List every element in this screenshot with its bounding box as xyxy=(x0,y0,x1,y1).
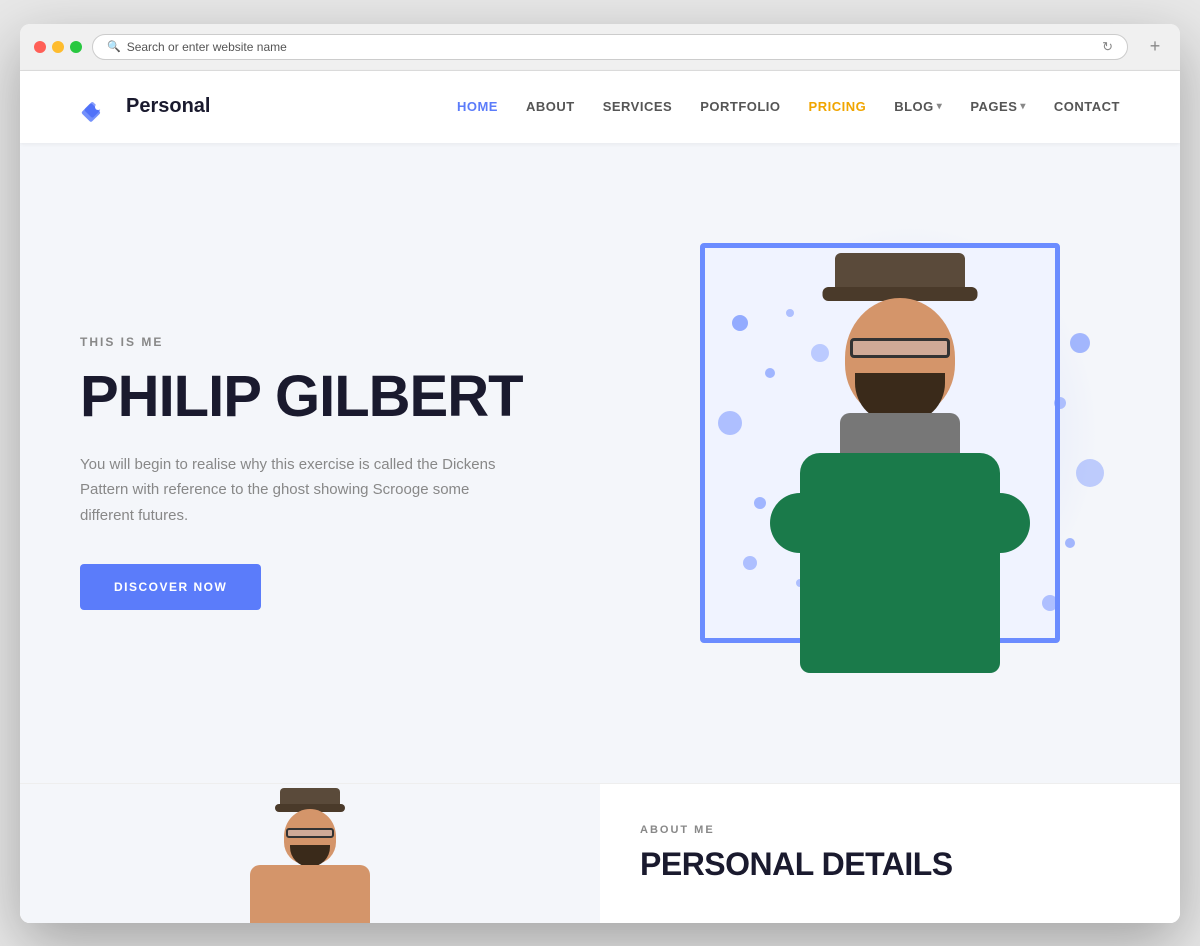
new-tab-button[interactable]: + xyxy=(1144,36,1166,58)
person-illustration xyxy=(740,243,1060,723)
browser-chrome: 🔍 Search or enter website name ↻ + xyxy=(20,24,1180,71)
nav-blog[interactable]: BLOG ▾ xyxy=(894,99,942,114)
nav-pricing[interactable]: PRICING xyxy=(809,99,867,114)
navbar: Personal HOME ABOUT SERVICES PORTFOLIO P… xyxy=(20,71,1180,143)
logo-icon xyxy=(80,89,116,125)
hero-subtitle: THIS IS ME xyxy=(80,335,523,349)
person-arms xyxy=(770,493,1030,553)
pages-dropdown-arrow: ▾ xyxy=(1020,101,1026,112)
website-content: Personal HOME ABOUT SERVICES PORTFOLIO P… xyxy=(20,71,1180,923)
nav-home[interactable]: HOME xyxy=(457,99,498,114)
maximize-button[interactable] xyxy=(70,41,82,53)
minimize-button[interactable] xyxy=(52,41,64,53)
person-glasses xyxy=(850,338,950,358)
thumb-glasses xyxy=(286,828,334,838)
thumb-beard xyxy=(290,845,330,867)
bottom-teaser: ABOUT ME PERSONAL DETAILS xyxy=(20,783,1180,923)
about-teaser-text: ABOUT ME PERSONAL DETAILS xyxy=(600,784,1180,923)
refresh-button[interactable]: ↻ xyxy=(1102,39,1113,55)
nav-contact[interactable]: CONTACT xyxy=(1054,99,1120,114)
logo[interactable]: Personal xyxy=(80,89,210,125)
hero-title: PHILIP GILBERT xyxy=(80,367,523,428)
browser-dots xyxy=(34,41,82,53)
nav-services[interactable]: SERVICES xyxy=(603,99,673,114)
thumb-body xyxy=(250,865,370,923)
about-label: ABOUT ME xyxy=(640,824,1140,836)
nav-about[interactable]: ABOUT xyxy=(526,99,575,114)
nav-portfolio[interactable]: PORTFOLIO xyxy=(700,99,780,114)
hero-person-image xyxy=(720,223,1080,723)
discover-now-button[interactable]: DISCOVER NOW xyxy=(80,564,261,610)
address-bar[interactable]: 🔍 Search or enter website name ↻ xyxy=(92,34,1128,60)
close-button[interactable] xyxy=(34,41,46,53)
hero-image-area xyxy=(660,223,1120,723)
person-sweater xyxy=(800,453,1000,673)
search-icon: 🔍 xyxy=(107,40,121,53)
logo-text: Personal xyxy=(126,95,210,118)
nav-pages[interactable]: PAGES ▾ xyxy=(970,99,1026,114)
person-thumbnail xyxy=(230,784,390,923)
browser-window: 🔍 Search or enter website name ↻ + Perso… xyxy=(20,24,1180,923)
about-title: PERSONAL DETAILS xyxy=(640,846,1140,883)
address-text: Search or enter website name xyxy=(127,40,287,54)
hero-section: THIS IS ME PHILIP GILBERT You will begin… xyxy=(20,143,1180,783)
hero-content: THIS IS ME PHILIP GILBERT You will begin… xyxy=(80,335,523,610)
nav-links: HOME ABOUT SERVICES PORTFOLIO PRICING BL… xyxy=(457,99,1120,114)
hero-description: You will begin to realise why this exerc… xyxy=(80,452,500,529)
bottom-person-area xyxy=(20,784,600,923)
blog-dropdown-arrow: ▾ xyxy=(937,101,943,112)
